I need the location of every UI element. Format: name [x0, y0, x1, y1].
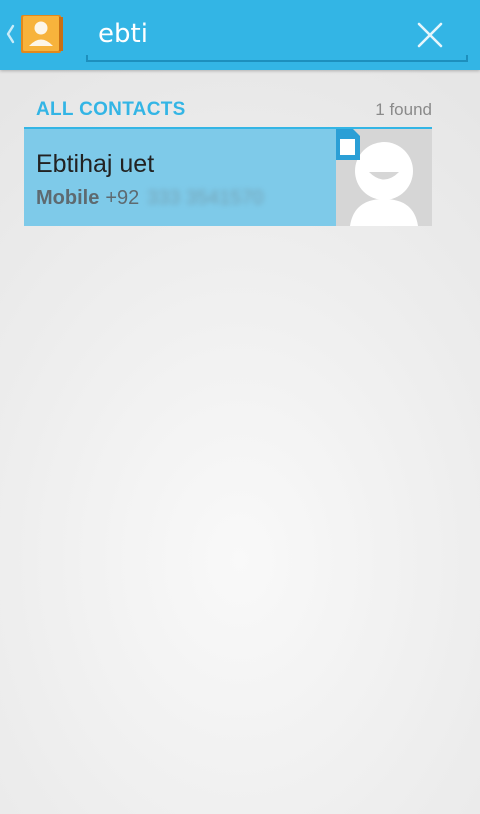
phone-prefix: +92: [105, 187, 140, 209]
list-item[interactable]: Ebtihaj uet Mobile +92 333 3541570: [24, 129, 432, 226]
phone-type-label: Mobile: [36, 187, 100, 209]
close-icon[interactable]: [408, 14, 452, 56]
contact-phone: Mobile +92 333 3541570: [36, 186, 264, 210]
sim-card-icon: [336, 129, 360, 160]
result-count: 1 found: [375, 100, 432, 119]
search-underline: [86, 55, 468, 62]
contacts-app-icon[interactable]: [19, 13, 65, 55]
phone-number-blurred: 333 3541570: [146, 187, 264, 209]
action-bar: ebti: [0, 0, 480, 70]
search-input[interactable]: ebti: [98, 18, 148, 50]
contact-highlight[interactable]: Ebtihaj uet Mobile +92 333 3541570: [24, 129, 336, 226]
chevron-left-icon[interactable]: [4, 20, 16, 48]
section-header: ALL CONTACTS 1 found: [24, 96, 432, 129]
section-title: ALL CONTACTS: [36, 99, 186, 120]
contact-name: Ebtihaj uet: [36, 150, 155, 178]
